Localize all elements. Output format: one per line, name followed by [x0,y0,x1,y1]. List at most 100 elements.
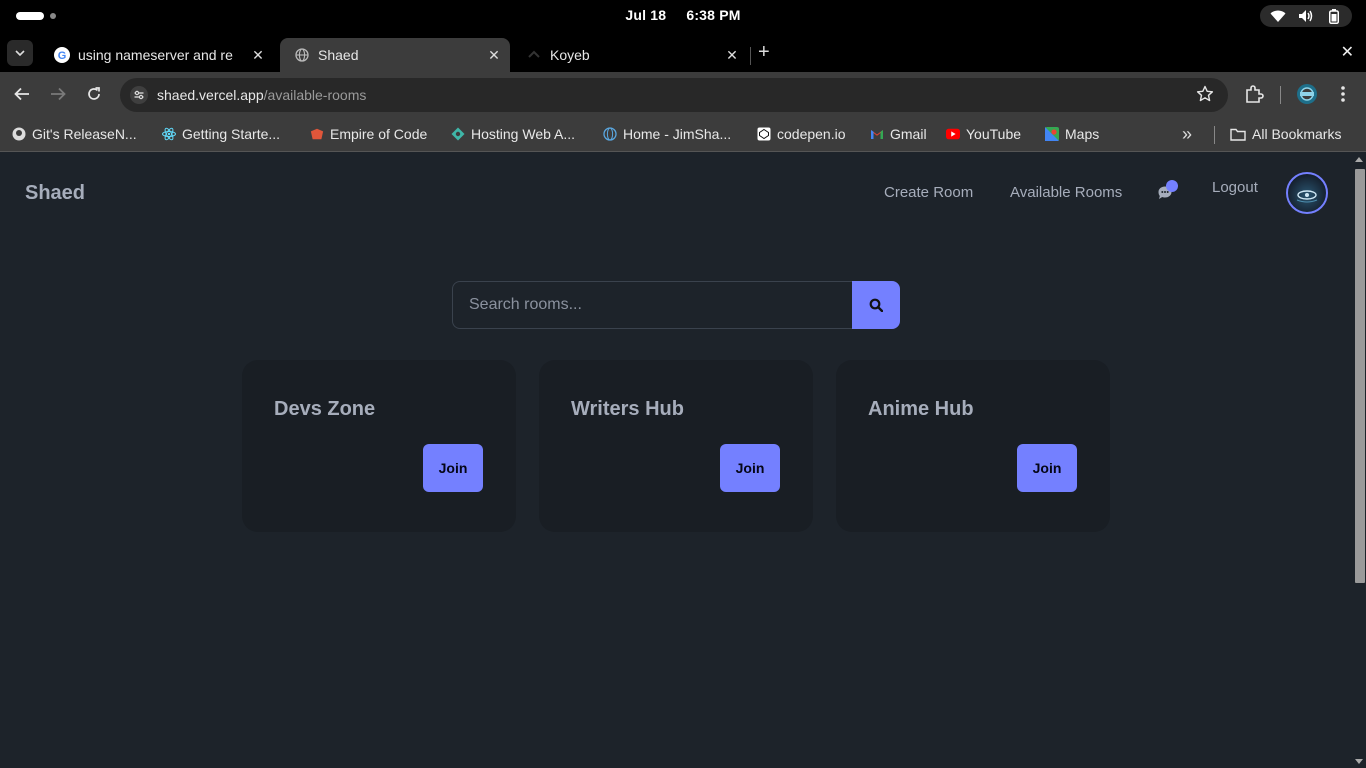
address-bar[interactable]: shaed.vercel.app/available-rooms [120,78,1228,112]
bookmark-star-icon[interactable] [1196,85,1214,108]
tab-separator [750,47,751,65]
system-top-bar: Jul 18 6:38 PM [0,0,1366,32]
arrow-left-icon [14,87,29,101]
tab-google-search[interactable]: G using nameserver and re ✕ [40,38,274,72]
url-text: shaed.vercel.app/available-rooms [157,87,366,103]
room-card-anime-hub: Anime Hub Join [836,360,1110,532]
room-name: Writers Hub [571,398,684,420]
room-name: Anime Hub [868,398,974,420]
room-card-writers-hub: Writers Hub Join [539,360,813,532]
system-clock[interactable]: Jul 18 6:38 PM [0,7,1366,23]
more-menu-icon[interactable] [1336,84,1350,109]
globe-icon [603,127,617,141]
volume-icon [1298,9,1314,23]
bookmark-item[interactable]: YouTube [946,124,1021,144]
tab-shaed[interactable]: Shaed ✕ [280,38,510,72]
bookmark-item[interactable]: Home - JimSha... [603,124,731,144]
close-tab-icon[interactable]: ✕ [248,47,268,64]
bookmark-label: Empire of Code [330,126,428,142]
folder-icon [1230,127,1246,141]
globe-icon [294,47,310,63]
url-host: shaed.vercel.app [157,87,264,103]
tab-koyeb[interactable]: Koyeb ✕ [512,38,748,72]
search-button[interactable] [852,281,900,329]
room-search [452,281,900,329]
bookmark-item[interactable]: codepen.io [757,124,846,144]
bookmark-label: Getting Starte... [182,126,281,142]
battery-icon [1326,8,1342,24]
bookmark-label: codepen.io [777,126,846,142]
toolbar-separator [1280,86,1281,104]
bookmark-label: Maps [1065,126,1100,142]
bookmark-item[interactable]: Empire of Code [310,124,427,144]
empire-icon [310,127,324,141]
bookmark-item[interactable]: Git's ReleaseN... [12,124,137,144]
koyeb-icon [526,47,542,63]
google-icon: G [54,47,70,63]
react-icon [162,127,176,141]
join-button[interactable]: Join [1017,444,1077,492]
nav-available-rooms[interactable]: Available Rooms [1010,184,1122,201]
bookmark-item[interactable]: Maps [1045,124,1099,144]
avatar[interactable] [1286,172,1328,214]
reload-icon [88,87,100,100]
close-tab-icon[interactable]: ✕ [484,47,504,64]
url-path: /available-rooms [263,87,367,103]
tab-title: Shaed [318,47,359,63]
system-time: 6:38 PM [686,7,741,23]
gmail-icon [870,127,884,141]
room-card-devs-zone: Devs Zone Join [242,360,516,532]
scrollbar-thumb[interactable] [1355,169,1365,583]
bookmark-label: Gmail [890,126,927,142]
bookmark-item[interactable]: Gmail [870,124,927,144]
maps-icon [1045,127,1059,141]
more-bookmarks-icon[interactable]: » [1182,124,1192,145]
system-date: Jul 18 [625,7,667,23]
browser-toolbar: shaed.vercel.app/available-rooms [0,72,1366,116]
hosting-icon [451,127,465,141]
wifi-icon [1270,9,1286,23]
bookmark-item[interactable]: Getting Starte... [162,124,280,144]
tab-title: Koyeb [550,47,590,63]
join-button[interactable]: Join [423,444,483,492]
profile-icon[interactable] [1296,83,1318,110]
back-button[interactable] [12,84,32,104]
new-tab-button[interactable]: + [758,42,770,62]
room-name: Devs Zone [274,398,376,420]
join-button[interactable]: Join [720,444,780,492]
notification-badge [1166,180,1178,192]
system-status-area[interactable] [1260,5,1352,27]
bookmarks-separator [1214,126,1215,144]
all-bookmarks-label: All Bookmarks [1252,126,1342,142]
bookmark-label: YouTube [966,126,1022,142]
reload-button[interactable] [84,84,104,104]
bookmark-label: Hosting Web A... [471,126,576,142]
extensions-icon[interactable] [1244,84,1264,109]
bookmarks-bar: Git's ReleaseN... Getting Starte... Empi… [0,116,1366,152]
bookmark-label: Git's ReleaseN... [32,126,137,142]
bookmark-item[interactable]: Hosting Web A... [451,124,575,144]
site-settings-icon[interactable] [130,86,148,104]
bookmark-label: Home - JimSha... [623,126,732,142]
scroll-up-arrow-icon[interactable] [1355,157,1363,162]
search-input[interactable] [452,281,853,329]
chevron-down-icon [15,50,25,56]
logout-button[interactable]: Logout [1212,179,1258,196]
window-close-button[interactable]: ✕ [1341,42,1354,62]
tab-title: using nameserver and re [78,47,233,63]
svg-text:G: G [58,50,67,62]
all-bookmarks-button[interactable]: All Bookmarks [1230,124,1341,144]
page-content: Shaed Create Room Available Rooms Logout… [0,153,1352,768]
tab-search-button[interactable] [7,40,33,66]
youtube-icon [946,127,960,141]
browser-tab-strip: G using nameserver and re ✕ Shaed ✕ Koye… [0,32,1366,72]
brand-logo[interactable]: Shaed [25,182,85,205]
page-scrollbar[interactable] [1352,153,1366,768]
scroll-down-arrow-icon[interactable] [1355,759,1363,764]
forward-button[interactable] [48,84,68,104]
nav-create-room[interactable]: Create Room [884,184,973,201]
codepen-icon [757,127,771,141]
github-icon [12,127,26,141]
close-tab-icon[interactable]: ✕ [722,47,742,64]
arrow-right-icon [51,87,66,101]
